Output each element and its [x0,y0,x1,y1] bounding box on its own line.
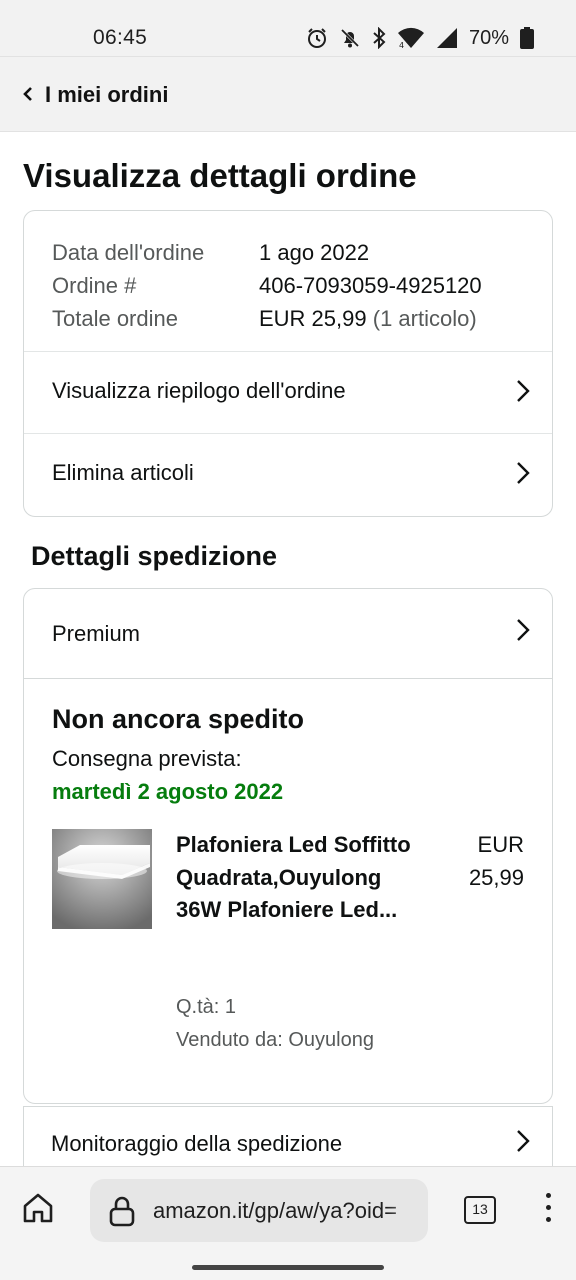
shipping-type-row[interactable]: Premium [24,589,552,679]
order-total-label: Totale ordine [52,306,178,331]
tab-switcher-button[interactable]: 13 [464,1196,496,1224]
order-summary-card: Data dell'ordine 1 ago 2022 Ordine # 406… [23,210,553,517]
order-number-label: Ordine # [52,273,137,298]
track-shipment-label: Monitoraggio della spedizione [51,1131,343,1156]
shipping-type-label: Premium [52,621,141,646]
wifi-icon: 4 [397,27,425,49]
order-number-value: 406-7093059-4925120 [259,273,482,298]
gesture-bar[interactable] [192,1265,384,1270]
product-title-link[interactable]: Plafoniera Led Soffitto Quadrata,Ouyulon… [176,829,416,927]
battery-percent: 70% [468,26,509,49]
delivery-date: martedì 2 agosto 2022 [52,779,284,804]
order-date-row: Data dell'ordine 1 ago 2022 [52,236,482,269]
chevron-right-icon [516,379,530,408]
page-title: Visualizza dettagli ordine [23,157,417,194]
track-shipment-link[interactable]: Monitoraggio della spedizione [23,1106,553,1166]
product-seller: Venduto da: Ouyulong [176,1029,374,1051]
shipment-section-title: Dettagli spedizione [31,541,278,571]
status-time: 06:45 [93,26,148,49]
product-price-value: 25,99 [468,864,524,890]
delivery-label: Consegna prevista: [52,746,242,771]
chevron-right-icon [516,618,530,647]
order-date-label: Data dell'ordine [52,240,205,265]
order-number-row: Ordine # 406-7093059-4925120 [52,269,482,302]
url-text: amazon.it/gp/aw/ya?oid= [153,1198,397,1223]
address-bar[interactable]: amazon.it/gp/aw/ya?oid= [90,1179,428,1242]
order-total-items: (1 articolo) [372,306,477,331]
remove-items-link[interactable]: Elimina articoli [24,433,552,515]
product-quantity: Q.tà: 1 [176,996,237,1018]
alarm-icon [306,27,328,49]
back-link-my-orders[interactable]: I miei ordini [45,82,168,108]
product-image[interactable] [52,829,152,929]
svg-text:4: 4 [399,41,404,49]
view-order-summary-link[interactable]: Visualizza riepilogo dell'ordine [24,351,552,433]
product-price-currency: EUR [477,832,524,857]
order-total-value: EUR 25,99 (1 articolo) [259,302,477,335]
status-bar: 06:45 4 70% [0,0,576,56]
chevron-right-icon [516,1129,530,1158]
order-total-row: Totale ordine EUR 25,99 (1 articolo) [52,302,482,335]
order-date-value: 1 ago 2022 [259,240,370,265]
home-icon[interactable] [20,1190,56,1231]
nav-header: I miei ordini [0,56,576,132]
divider [24,678,552,679]
status-icons: 4 70% [306,24,534,52]
view-order-summary-label: Visualizza riepilogo dell'ordine [52,378,346,403]
shipment-status: Non ancora spedito [52,704,305,734]
chevron-right-icon [516,461,530,490]
product-price: EUR 25,99 [434,829,524,894]
bluetooth-icon [372,27,386,49]
shipment-card: Premium Non ancora spedito Consegna prev… [23,588,553,1104]
browser-toolbar: amazon.it/gp/aw/ya?oid= 13 [0,1166,576,1280]
signal-icon [436,27,458,49]
bell-off-icon [339,27,361,49]
chevron-left-icon[interactable] [22,85,34,108]
battery-icon [520,27,534,49]
order-total-amount: EUR 25,99 [259,306,367,331]
lock-icon [108,1195,136,1232]
remove-items-label: Elimina articoli [52,460,194,485]
order-info: Data dell'ordine 1 ago 2022 Ordine # 406… [52,236,482,335]
more-menu-icon[interactable] [541,1193,555,1229]
